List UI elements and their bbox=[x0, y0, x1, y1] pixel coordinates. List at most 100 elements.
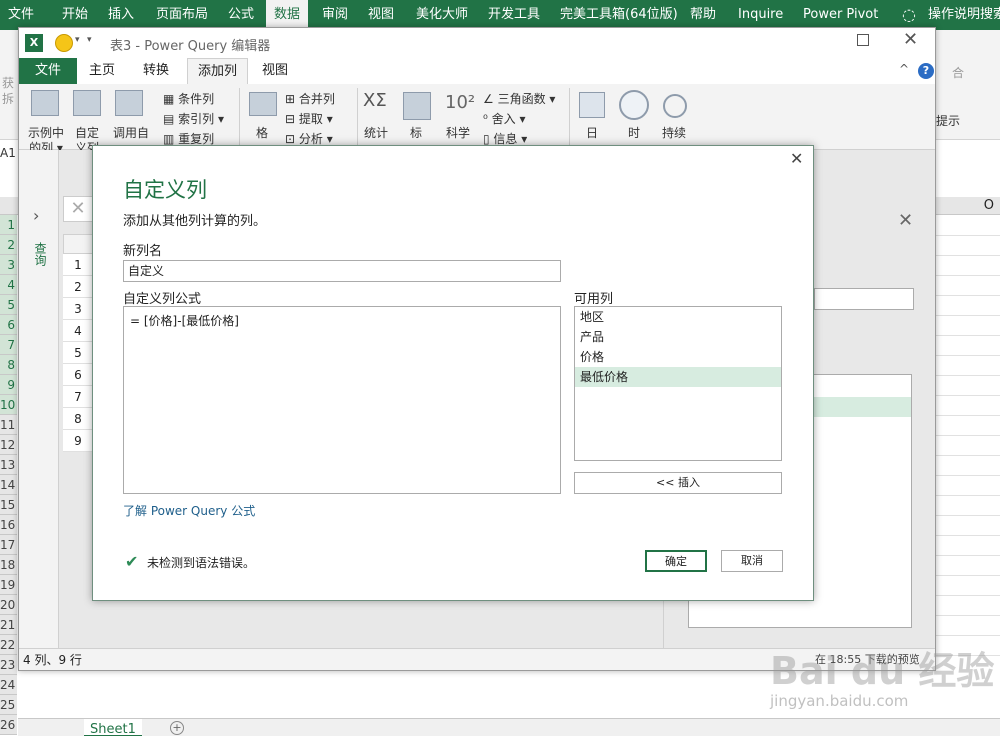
ok-button[interactable]: 确定 bbox=[645, 550, 707, 572]
checkmark-icon: ✔ bbox=[125, 552, 139, 571]
information-button[interactable]: ▯ 信息 ▾ bbox=[483, 132, 527, 146]
row-header[interactable]: 25 bbox=[0, 695, 17, 715]
smiley-icon[interactable] bbox=[55, 34, 73, 52]
row-header[interactable]: 23 bbox=[0, 655, 17, 675]
excel-tab-formulas[interactable]: 公式 bbox=[228, 0, 254, 30]
time-button[interactable]: 时 bbox=[627, 126, 641, 141]
pq-tab-transform[interactable]: 转换 bbox=[133, 58, 179, 84]
smiley-dropdown-icon[interactable]: ▾ bbox=[75, 35, 80, 45]
row-header[interactable]: 19 bbox=[0, 575, 17, 595]
rounding-button[interactable]: ⁰ 舍入 ▾ bbox=[483, 112, 525, 126]
row-header[interactable]: 5 bbox=[0, 295, 17, 315]
parse-button[interactable]: ⊡ 分析 ▾ bbox=[285, 132, 333, 146]
trigonometry-button[interactable]: ∠ 三角函数 ▾ bbox=[483, 92, 555, 106]
insert-button[interactable]: << 插入 bbox=[574, 472, 782, 494]
standard-button[interactable]: 标 bbox=[409, 126, 423, 141]
available-column-item[interactable]: 地区 bbox=[575, 307, 781, 327]
column-header-o[interactable]: O bbox=[936, 197, 1000, 215]
conditional-column-button[interactable]: ▦ 条件列 bbox=[163, 92, 214, 106]
excel-tab-inquire[interactable]: Inquire bbox=[738, 0, 783, 30]
grid-line bbox=[936, 275, 1000, 276]
queries-pane-label[interactable]: 查询 bbox=[31, 242, 47, 266]
add-sheet-icon[interactable]: + bbox=[170, 721, 184, 735]
excel-tab-page-layout[interactable]: 页面布局 bbox=[156, 0, 208, 30]
available-column-item[interactable]: 价格 bbox=[575, 347, 781, 367]
row-header[interactable]: 9 bbox=[0, 375, 17, 395]
excel-tab-insert[interactable]: 插入 bbox=[108, 0, 134, 30]
index-column-button[interactable]: ▤ 索引列 ▾ bbox=[163, 112, 224, 126]
row-header[interactable]: 11 bbox=[0, 415, 17, 435]
row-header[interactable]: 3 bbox=[0, 255, 17, 275]
available-column-item[interactable]: 产品 bbox=[575, 327, 781, 347]
watermark-brand: Bai du 经验 bbox=[770, 649, 995, 693]
excel-tab-review[interactable]: 审阅 bbox=[322, 0, 348, 30]
format-button[interactable]: 格 bbox=[255, 126, 269, 141]
row-header[interactable]: 24 bbox=[0, 675, 17, 695]
excel-tab-toolbox[interactable]: 完美工具箱(64位版) bbox=[560, 0, 678, 30]
merge-columns-button[interactable]: ⊞ 合并列 bbox=[285, 92, 335, 106]
date-button[interactable]: 日 bbox=[585, 126, 599, 141]
sheet-tab[interactable]: Sheet1 bbox=[84, 719, 142, 736]
invoke-function-button[interactable]: 调用自 bbox=[109, 126, 153, 141]
scientific-button[interactable]: 科学 bbox=[441, 126, 475, 141]
quick-access-dropdown-icon[interactable]: ▾ bbox=[87, 35, 92, 45]
row-header[interactable]: 16 bbox=[0, 515, 17, 535]
row-header[interactable]: 8 bbox=[0, 355, 17, 375]
expand-queries-icon[interactable]: › bbox=[33, 206, 39, 225]
help-icon[interactable]: ? bbox=[918, 63, 934, 79]
excel-tab-help[interactable]: 帮助 bbox=[690, 0, 716, 30]
row-header[interactable]: 13 bbox=[0, 455, 17, 475]
pq-tab-add-column[interactable]: 添加列 bbox=[187, 58, 249, 84]
row-header[interactable]: 7 bbox=[0, 335, 17, 355]
extract-button[interactable]: ⊟ 提取 ▾ bbox=[285, 112, 333, 126]
new-column-name-input[interactable]: 自定义 bbox=[123, 260, 561, 282]
row-header[interactable]: 1 bbox=[0, 215, 17, 235]
maximize-icon[interactable] bbox=[857, 34, 869, 46]
row-header[interactable]: 12 bbox=[0, 435, 17, 455]
row-header[interactable]: 2 bbox=[0, 235, 17, 255]
query-name-input[interactable] bbox=[814, 288, 914, 310]
pq-tab-home[interactable]: 主页 bbox=[79, 58, 125, 84]
row-header[interactable]: 18 bbox=[0, 555, 17, 575]
cancel-formula-icon[interactable]: ✕ bbox=[63, 196, 93, 222]
row-header[interactable]: 6 bbox=[0, 315, 17, 335]
custom-column-dialog: ✕ 自定义列 添加从其他列计算的列。 新列名 自定义 自定义列公式 = [价格]… bbox=[92, 145, 814, 601]
excel-tab-data[interactable]: 数据 bbox=[266, 0, 309, 30]
excel-tab-view[interactable]: 视图 bbox=[368, 0, 394, 30]
cancel-button[interactable]: 取消 bbox=[721, 550, 783, 572]
row-header[interactable]: 10 bbox=[0, 395, 17, 415]
duplicate-column-button[interactable]: ▥ 重复列 bbox=[163, 132, 214, 146]
formula-textarea[interactable]: = [价格]-[最低价格] bbox=[123, 306, 561, 494]
grid-line bbox=[936, 355, 1000, 356]
available-column-item-selected[interactable]: 最低价格 bbox=[575, 367, 781, 387]
row-header[interactable]: 14 bbox=[0, 475, 17, 495]
excel-tab-file[interactable]: 文件 bbox=[8, 0, 34, 30]
row-header[interactable]: 4 bbox=[0, 275, 17, 295]
excel-tab-home[interactable]: 开始 bbox=[62, 0, 88, 30]
row-header[interactable]: 26 bbox=[0, 715, 17, 735]
data-row-number: 4 bbox=[63, 320, 93, 342]
row-header[interactable]: 20 bbox=[0, 595, 17, 615]
cell-reference[interactable]: A1 bbox=[0, 146, 16, 160]
statistics-button[interactable]: 统计 bbox=[359, 126, 393, 141]
learn-formulas-link[interactable]: 了解 Power Query 公式 bbox=[123, 502, 255, 519]
close-dialog-icon[interactable]: ✕ bbox=[790, 149, 803, 168]
excel-tab-power-pivot[interactable]: Power Pivot bbox=[803, 0, 878, 30]
excel-tab-beautify[interactable]: 美化大师 bbox=[416, 0, 468, 30]
collapse-ribbon-icon[interactable]: ^ bbox=[899, 62, 909, 76]
pq-tab-file[interactable]: 文件 bbox=[19, 58, 77, 84]
row-header[interactable]: 17 bbox=[0, 535, 17, 555]
row-header[interactable]: 22 bbox=[0, 635, 17, 655]
close-settings-icon[interactable]: ✕ bbox=[898, 210, 913, 231]
duration-button[interactable]: 持续 bbox=[659, 126, 689, 141]
row-header[interactable]: 21 bbox=[0, 615, 17, 635]
grid-line bbox=[936, 295, 1000, 296]
table-menu-icon[interactable] bbox=[63, 234, 93, 254]
excel-tab-developer[interactable]: 开发工具 bbox=[488, 0, 540, 30]
close-window-icon[interactable]: ✕ bbox=[903, 29, 918, 50]
pq-tab-view[interactable]: 视图 bbox=[252, 58, 298, 84]
queries-pane: › 查询 bbox=[19, 150, 59, 648]
row-header[interactable]: 15 bbox=[0, 495, 17, 515]
select-all-corner[interactable] bbox=[0, 197, 18, 215]
excel-tell-me[interactable]: 操作说明搜索 bbox=[928, 0, 1000, 30]
